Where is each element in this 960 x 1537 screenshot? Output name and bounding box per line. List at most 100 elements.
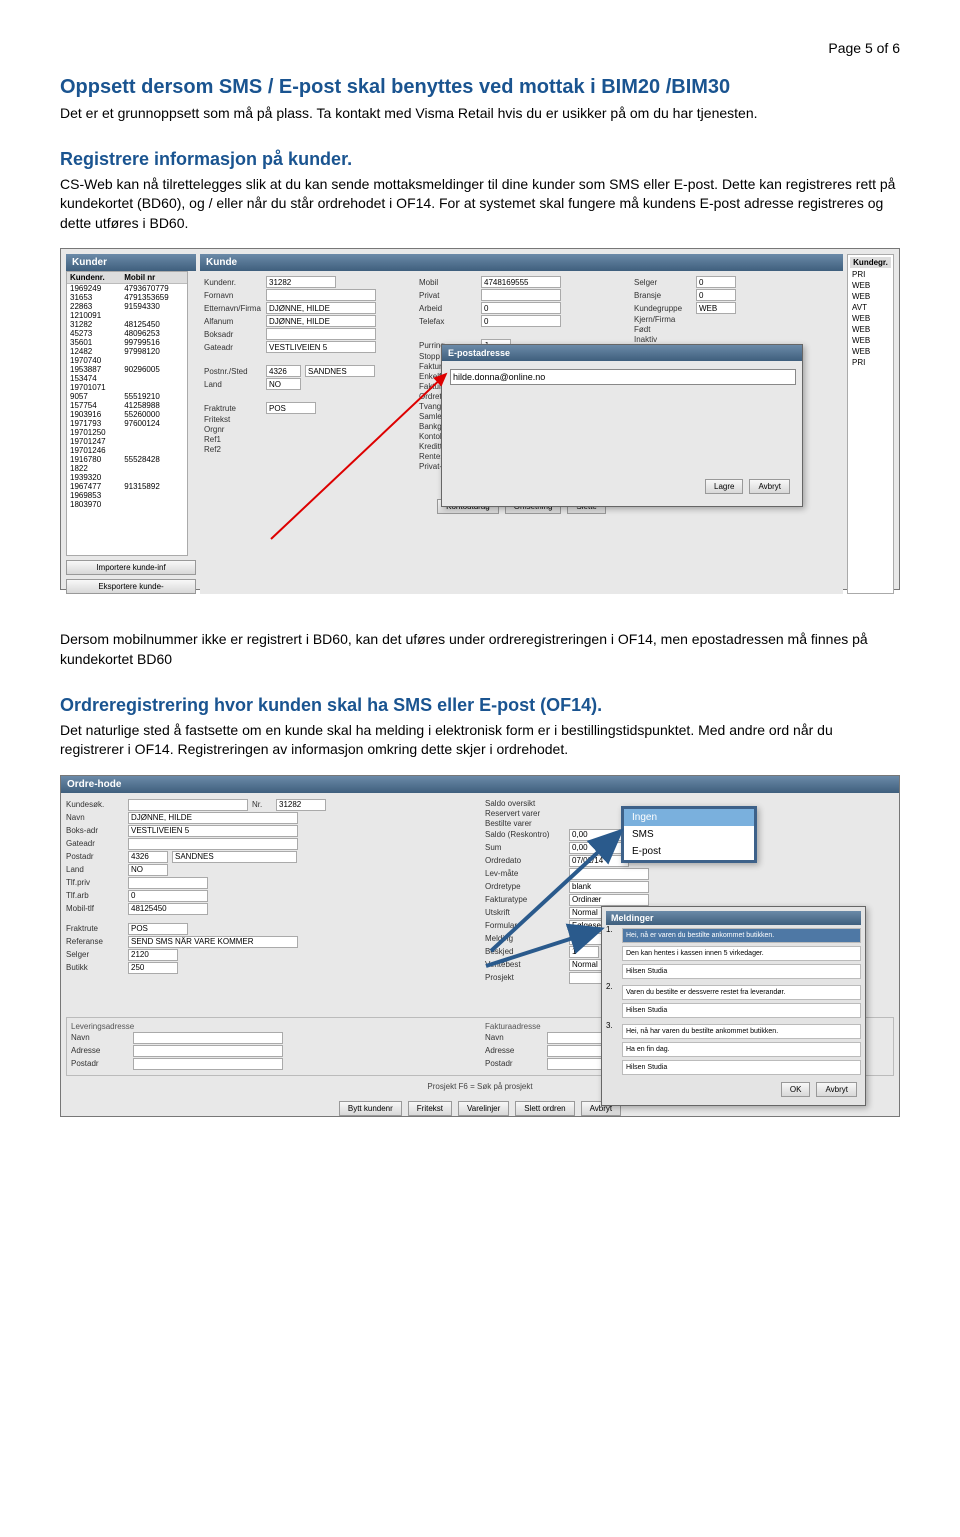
kunder-screenshot: Kunder Kundenr.Mobil nr 1969249479367077…	[60, 248, 900, 590]
meldinger-ok-button[interactable]: OK	[781, 1082, 811, 1097]
privat-input[interactable]	[481, 289, 561, 301]
message-line[interactable]: Hilsen Studia	[622, 1060, 861, 1075]
alfanum-input[interactable]	[266, 315, 376, 327]
dropdown-option-epost[interactable]: E-post	[624, 843, 754, 860]
table-row[interactable]: 316534791353659	[67, 293, 187, 302]
tlfarb-input[interactable]	[128, 890, 208, 902]
export-button[interactable]: Eksportere kunde-	[66, 579, 196, 594]
levmate-input[interactable]	[569, 868, 649, 880]
kundesok-input[interactable]	[128, 799, 248, 811]
avbryt-button[interactable]: Avbryt	[749, 479, 790, 494]
slett-ordren-button[interactable]: Slett ordren	[515, 1101, 574, 1116]
table-row[interactable]: 19701247	[67, 437, 187, 446]
meldinger-popup: Meldinger 1.Hei, nå er varen du bestilte…	[601, 906, 866, 1106]
table-row[interactable]: 191678055528428	[67, 455, 187, 464]
varelinjer-button[interactable]: Varelinjer	[458, 1101, 509, 1116]
table-row[interactable]: 1803970	[67, 500, 187, 509]
ordre-land-input[interactable]	[128, 864, 168, 876]
table-row[interactable]: 2286391594330	[67, 302, 187, 311]
land-input[interactable]	[266, 378, 301, 390]
message-line[interactable]: Hei, nå har varen du bestilte ankommet b…	[622, 1024, 861, 1039]
referanse-input[interactable]	[128, 936, 298, 948]
ordre-fritekst-button[interactable]: Fritekst	[408, 1101, 452, 1116]
ordre-postnr-input[interactable]	[128, 851, 168, 863]
message-line[interactable]: Hilsen Studia	[622, 1003, 861, 1018]
table-row: AVT	[850, 303, 891, 312]
table-row[interactable]: 1822	[67, 464, 187, 473]
bytt-kundenr-button[interactable]: Bytt kundenr	[339, 1101, 402, 1116]
table-row[interactable]: 1248297998120	[67, 347, 187, 356]
message-line[interactable]: Den kan hentes i kassen innen 5 virkedag…	[622, 946, 861, 961]
etternavn-input[interactable]	[266, 302, 376, 314]
telefax-input[interactable]	[481, 315, 561, 327]
table-row[interactable]: 1210091	[67, 311, 187, 320]
table-row[interactable]: 197179397600124	[67, 419, 187, 428]
table-row[interactable]: 19692494793670779	[67, 284, 187, 294]
arbeid-input[interactable]	[481, 302, 561, 314]
bransje-input[interactable]	[696, 289, 736, 301]
boksadr-input[interactable]	[266, 328, 376, 340]
kundegruppe-input[interactable]	[696, 302, 736, 314]
ordre-boksadr-input[interactable]	[128, 825, 298, 837]
lev-postadr-input[interactable]	[133, 1058, 283, 1070]
message-line[interactable]: Hei, nå er varen du bestilte ankommet bu…	[622, 928, 861, 943]
fraktrute-input[interactable]	[266, 402, 316, 414]
navn-input[interactable]	[128, 812, 298, 824]
table-row[interactable]: 3128248125450	[67, 320, 187, 329]
table-row[interactable]: 1970740	[67, 356, 187, 365]
table-row: PRI	[850, 358, 891, 367]
beskjed-input[interactable]	[569, 946, 599, 958]
mobil-input[interactable]	[481, 276, 561, 288]
import-button[interactable]: Importere kunde-inf	[66, 560, 196, 575]
meldinger-avbryt-button[interactable]: Avbryt	[816, 1082, 857, 1097]
gateadr-input[interactable]	[266, 341, 376, 353]
nr-input[interactable]	[276, 799, 326, 811]
message-line[interactable]: Ha en fin dag.	[622, 1042, 861, 1057]
lagre-button[interactable]: Lagre	[705, 479, 743, 494]
table-row[interactable]: 1939320	[67, 473, 187, 482]
kundenr-input[interactable]	[266, 276, 336, 288]
ordre-selger-input[interactable]	[128, 949, 178, 961]
heading-ordreregistrering: Ordreregistrering hvor kunden skal ha SM…	[60, 695, 900, 716]
table-row[interactable]: 195388790296005	[67, 365, 187, 374]
ordreregistrering-paragraph: Det naturlige sted å fastsette om en kun…	[60, 721, 900, 760]
table-row[interactable]: 19701246	[67, 446, 187, 455]
ordredato-input[interactable]	[569, 855, 629, 867]
ordre-ordretype-input[interactable]	[569, 881, 649, 893]
tlfpriv-input[interactable]	[128, 877, 208, 889]
table-row: WEB	[850, 336, 891, 345]
lev-navn-input[interactable]	[133, 1032, 283, 1044]
postnr-input[interactable]	[266, 365, 301, 377]
table-row: WEB	[850, 281, 891, 290]
dropdown-option-sms[interactable]: SMS	[624, 826, 754, 843]
fornavn-input[interactable]	[266, 289, 376, 301]
sted-input[interactable]	[305, 365, 375, 377]
table-row[interactable]: 3560199799516	[67, 338, 187, 347]
table-row[interactable]: 196747791315892	[67, 482, 187, 491]
selger-input[interactable]	[696, 276, 736, 288]
table-row[interactable]: 15775441258988	[67, 401, 187, 410]
message-line[interactable]: Hilsen Studia	[622, 964, 861, 979]
message-line[interactable]: Varen du bestilte er dessverre restet fr…	[622, 985, 861, 1000]
table-row[interactable]: 4527348096253	[67, 329, 187, 338]
table-row[interactable]: 19701250	[67, 428, 187, 437]
ordre-fakturatype-input[interactable]	[569, 894, 649, 906]
ordre-mobil-input[interactable]	[128, 903, 208, 915]
lev-adresse-input[interactable]	[133, 1045, 283, 1057]
table-row: WEB	[850, 325, 891, 334]
epost-popup: E-postadresse Lagre Avbryt	[441, 344, 803, 507]
ordre-gateadr-input[interactable]	[128, 838, 298, 850]
dropdown-option-ingen[interactable]: Ingen	[624, 809, 754, 826]
table-row[interactable]: 1969853	[67, 491, 187, 500]
epost-input[interactable]	[450, 369, 796, 385]
melding-dropdown-popup[interactable]: Ingen SMS E-post	[621, 806, 757, 863]
table-row[interactable]: 153474	[67, 374, 187, 383]
kunder-list[interactable]: Kundenr.Mobil nr 19692494793670779316534…	[66, 271, 188, 556]
table-row[interactable]: 19701071	[67, 383, 187, 392]
butikk-input[interactable]	[128, 962, 178, 974]
table-row[interactable]: 190391655260000	[67, 410, 187, 419]
ordre-fraktrute-input[interactable]	[128, 923, 188, 935]
table-row[interactable]: 905755519210	[67, 392, 187, 401]
table-row: PRI	[850, 270, 891, 279]
ordre-sted-input[interactable]	[172, 851, 297, 863]
